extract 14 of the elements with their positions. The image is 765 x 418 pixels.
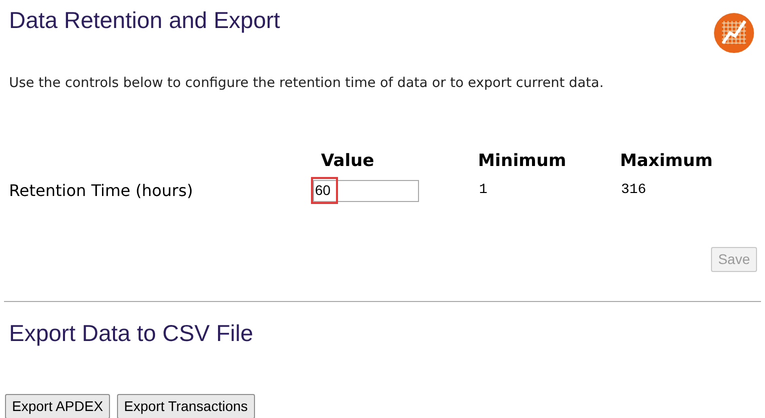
- button[interactable]: Export Transactions: [117, 394, 255, 418]
- chart-icon: [713, 12, 755, 54]
- column-header: Value: [320, 150, 376, 174]
- column-header: Maximum: [619, 150, 714, 174]
- value-field[interactable]: 60: [313, 180, 419, 202]
- row-label: Retention Time (hours): [9, 180, 194, 202]
- column-header: Minimum: [477, 150, 568, 174]
- maximum-value: 316: [620, 181, 648, 200]
- section-title: Export Data to CSV File: [8, 318, 254, 348]
- button[interactable]: Export APDEX: [5, 394, 110, 418]
- description: Use the controls below to configure the retention time of data or to export current data.: [8, 74, 605, 93]
- page-title: Data Retention and Export: [9, 6, 280, 35]
- minimum-value: 1: [478, 181, 488, 200]
- field-value: 60: [314, 180, 335, 202]
